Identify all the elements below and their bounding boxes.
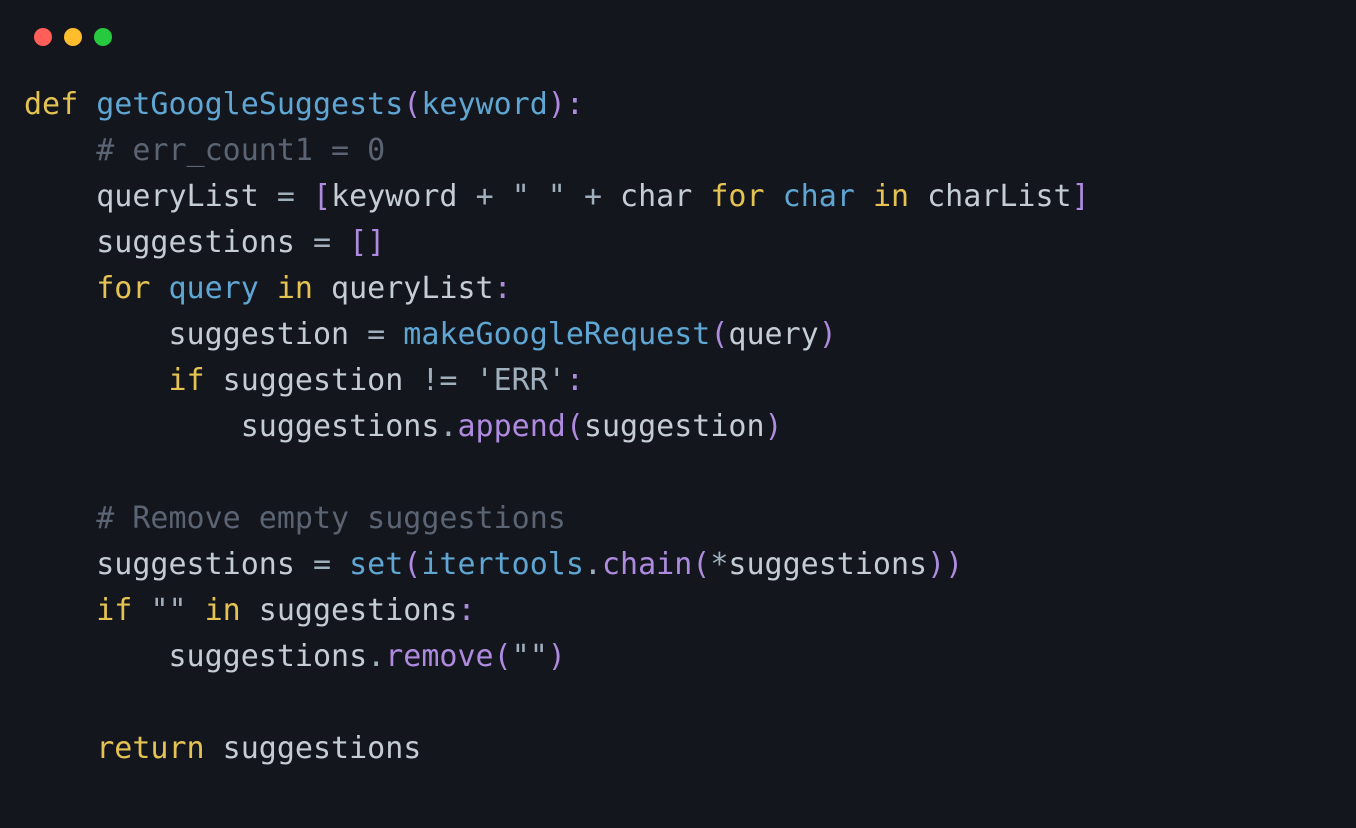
code-token bbox=[150, 271, 168, 306]
code-token: : bbox=[494, 271, 512, 306]
code-token bbox=[566, 179, 584, 214]
code-token: : bbox=[458, 593, 476, 628]
code-token: ) bbox=[765, 409, 783, 444]
code-token: suggestion bbox=[205, 363, 422, 398]
code-token: for bbox=[710, 179, 764, 214]
code-token: return bbox=[96, 731, 204, 766]
code-token: chain bbox=[602, 547, 692, 582]
code-token: itertools bbox=[421, 547, 584, 582]
code-token: keyword bbox=[331, 179, 476, 214]
code-token: " " bbox=[512, 179, 566, 214]
code-token: set bbox=[349, 547, 403, 582]
code-token bbox=[24, 731, 96, 766]
code-token: * bbox=[710, 547, 728, 582]
code-token: makeGoogleRequest bbox=[403, 317, 710, 352]
code-token: query bbox=[169, 271, 259, 306]
code-token: char bbox=[783, 179, 855, 214]
code-token bbox=[24, 363, 169, 398]
code-token bbox=[494, 179, 512, 214]
window-maximize-button[interactable] bbox=[94, 28, 112, 46]
code-token: suggestions bbox=[24, 225, 313, 260]
code-token: = bbox=[367, 317, 385, 352]
code-token: char bbox=[602, 179, 710, 214]
code-token: ( bbox=[494, 639, 512, 674]
code-token: suggestions bbox=[205, 731, 422, 766]
code-token: def bbox=[24, 87, 78, 122]
code-token: [ bbox=[313, 179, 331, 214]
code-token: suggestions bbox=[24, 547, 313, 582]
code-token: remove bbox=[385, 639, 493, 674]
code-token: [] bbox=[349, 225, 385, 260]
code-token: ( bbox=[403, 547, 421, 582]
code-token: = bbox=[277, 179, 295, 214]
code-token bbox=[765, 179, 783, 214]
code-token: charList bbox=[909, 179, 1072, 214]
code-token: suggestions bbox=[241, 593, 458, 628]
code-token: queryList bbox=[313, 271, 494, 306]
code-token: suggestion bbox=[584, 409, 765, 444]
code-token bbox=[187, 593, 205, 628]
code-token bbox=[855, 179, 873, 214]
code-token: ( bbox=[710, 317, 728, 352]
code-token: suggestions bbox=[728, 547, 927, 582]
code-token: keyword bbox=[421, 87, 547, 122]
code-token: . bbox=[439, 409, 457, 444]
code-token: # err_count1 = 0 bbox=[96, 133, 385, 168]
code-block: def getGoogleSuggests(keyword): # err_co… bbox=[24, 82, 1332, 772]
macos-traffic-lights bbox=[34, 28, 1332, 46]
code-token: query bbox=[728, 317, 818, 352]
code-token: = bbox=[313, 225, 331, 260]
code-token bbox=[24, 501, 96, 536]
code-token bbox=[24, 593, 96, 628]
code-token: ] bbox=[1072, 179, 1090, 214]
code-token bbox=[385, 317, 403, 352]
code-token: for bbox=[96, 271, 150, 306]
code-token: ( bbox=[566, 409, 584, 444]
code-token bbox=[458, 363, 476, 398]
code-token: )) bbox=[927, 547, 963, 582]
code-token: getGoogleSuggests bbox=[96, 87, 403, 122]
code-token: ) bbox=[819, 317, 837, 352]
code-token: ( bbox=[692, 547, 710, 582]
code-token bbox=[259, 271, 277, 306]
code-token: + bbox=[584, 179, 602, 214]
code-token bbox=[295, 179, 313, 214]
code-token bbox=[24, 271, 96, 306]
code-token: . bbox=[584, 547, 602, 582]
code-token bbox=[24, 133, 96, 168]
code-token bbox=[331, 547, 349, 582]
code-token: append bbox=[457, 409, 565, 444]
code-token bbox=[331, 225, 349, 260]
code-token: 'ERR' bbox=[476, 363, 566, 398]
code-token: in bbox=[205, 593, 241, 628]
code-token: "" bbox=[512, 639, 548, 674]
code-token: = bbox=[313, 547, 331, 582]
code-token: "" bbox=[150, 593, 186, 628]
window-close-button[interactable] bbox=[34, 28, 52, 46]
code-token: suggestions bbox=[24, 639, 367, 674]
code-token: suggestion bbox=[24, 317, 367, 352]
window-minimize-button[interactable] bbox=[64, 28, 82, 46]
code-token: in bbox=[873, 179, 909, 214]
code-token: if bbox=[169, 363, 205, 398]
code-token: ): bbox=[548, 87, 584, 122]
code-window: def getGoogleSuggests(keyword): # err_co… bbox=[0, 0, 1356, 828]
code-token: in bbox=[277, 271, 313, 306]
code-token: if bbox=[96, 593, 132, 628]
code-token: ) bbox=[548, 639, 566, 674]
code-token bbox=[78, 87, 96, 122]
code-token: # Remove empty suggestions bbox=[96, 501, 566, 536]
code-token: ( bbox=[403, 87, 421, 122]
code-token: : bbox=[566, 363, 584, 398]
code-token bbox=[132, 593, 150, 628]
code-token: suggestions bbox=[24, 409, 439, 444]
code-token: != bbox=[421, 363, 457, 398]
code-token: queryList bbox=[24, 179, 277, 214]
code-token: + bbox=[476, 179, 494, 214]
code-token: . bbox=[367, 639, 385, 674]
